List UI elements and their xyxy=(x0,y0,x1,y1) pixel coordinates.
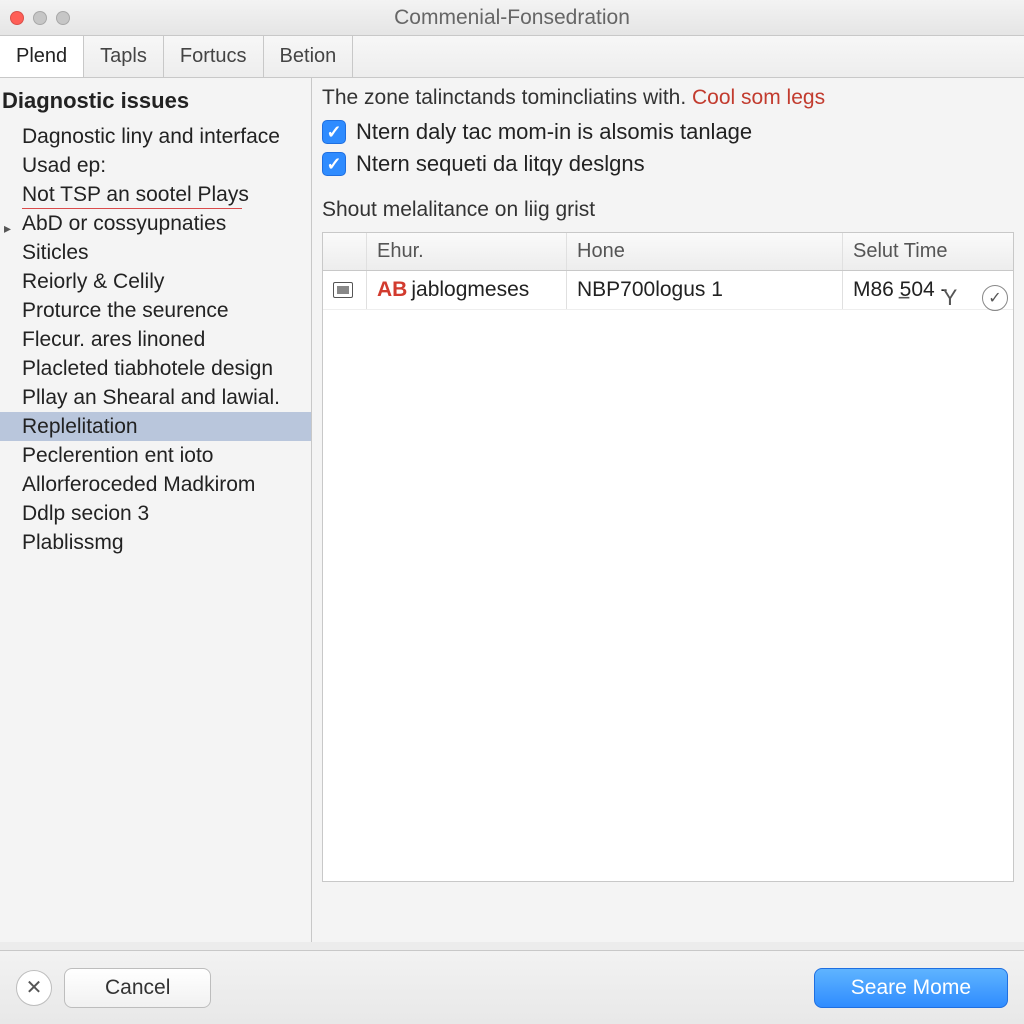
y-button[interactable]: Y xyxy=(936,284,964,312)
tab-fortucs[interactable]: Fortucs xyxy=(164,36,264,77)
close-icon[interactable]: ✕ xyxy=(16,970,52,1006)
table: Ehur. Hone Selut Time ABjablogmesesNBP70… xyxy=(322,232,1014,882)
main-split: Diagnostic issues Dagnostic liny and int… xyxy=(0,78,1024,942)
sidebar-item[interactable]: Usad ep: xyxy=(0,151,311,180)
row-icon-cell xyxy=(323,271,367,309)
sidebar-item-label: AbD or cossyupnaties xyxy=(22,212,226,235)
sidebar-item-label: Placleted tiabhotele design xyxy=(22,357,273,380)
sidebar: Diagnostic issues Dagnostic liny and int… xyxy=(0,78,312,942)
sidebar-item[interactable]: Not TSP an sootel Plays xyxy=(0,180,311,209)
sidebar-item[interactable]: Allorferoceded Madkirom xyxy=(0,470,311,499)
checkbox-row: ✓ Ntern sequeti da litqy deslgns xyxy=(322,148,1014,180)
sidebar-item[interactable]: Peclerention ent ioto xyxy=(0,441,311,470)
ab-badge: AB xyxy=(377,278,411,301)
minus-button[interactable]: − xyxy=(890,284,918,312)
window-title: Commenial-Fonsedration xyxy=(0,6,1024,30)
disclosure-icon[interactable]: ▸ xyxy=(4,215,11,238)
refresh-icon[interactable]: ✓ xyxy=(982,285,1008,311)
tab-bar: Plend Tapls Fortucs Betion xyxy=(0,36,1024,78)
sidebar-item[interactable]: Siticles xyxy=(0,238,311,267)
sidebar-item[interactable]: Pllay an Shearal and lawial. xyxy=(0,383,311,412)
col-selut-time[interactable]: Selut Time xyxy=(843,233,1013,270)
cell-hone: NBP700logus 1 xyxy=(567,271,843,309)
cell-text: jablogmeses xyxy=(411,278,529,301)
sidebar-item-label: Siticles xyxy=(22,241,89,264)
intro-text: The zone talinctands tomincliatins with.… xyxy=(322,86,1014,116)
intro-prefix: The zone talinctands tomincliatins with. xyxy=(322,86,692,109)
sidebar-item[interactable]: Reiorly & Celily xyxy=(0,267,311,296)
sidebar-item-label: Reiorly & Celily xyxy=(22,270,164,293)
col-hone[interactable]: Hone xyxy=(567,233,843,270)
footer: ✕ Cancel Seare Mome xyxy=(0,950,1024,1024)
cancel-button[interactable]: Cancel xyxy=(64,968,211,1008)
checkbox-row: ✓ Ntern daly tac mom-in is alsomis tanlag… xyxy=(322,116,1014,148)
sidebar-item[interactable]: ▸ AbD or cossyupnaties xyxy=(0,209,311,238)
sidebar-item[interactable]: Dagnostic liny and interface xyxy=(0,122,311,151)
col-ehur[interactable]: Ehur. xyxy=(367,233,567,270)
table-toolbar: − Y ✓ xyxy=(890,284,1008,312)
content-pane: The zone talinctands tomincliatins with.… xyxy=(312,78,1024,942)
sidebar-item-label: Proturce the seurence xyxy=(22,299,229,322)
sidebar-item-label: Pllay an Shearal and lawial. xyxy=(22,386,280,409)
device-icon xyxy=(333,282,353,298)
sidebar-item[interactable]: Proturce the seurence xyxy=(0,296,311,325)
checkbox-label: Ntern sequeti da litqy deslgns xyxy=(356,151,645,177)
table-header: Ehur. Hone Selut Time xyxy=(323,233,1013,271)
tab-plend[interactable]: Plend xyxy=(0,36,84,77)
cell-ehur: ABjablogmeses xyxy=(367,271,567,309)
sidebar-item-label: Peclerention ent ioto xyxy=(22,444,213,467)
section-label: Shout melalitance on liig grist xyxy=(322,180,1014,222)
sidebar-item[interactable]: Replelitation xyxy=(0,412,311,441)
sidebar-item[interactable]: Placleted tiabhotele design xyxy=(0,354,311,383)
sidebar-item[interactable]: Plablissmg xyxy=(0,528,311,557)
sidebar-item-label: Usad ep: xyxy=(22,154,106,177)
primary-button[interactable]: Seare Mome xyxy=(814,968,1008,1008)
checkbox-label: Ntern daly tac mom-in is alsomis tanlage xyxy=(356,119,752,145)
sidebar-item-label: Replelitation xyxy=(22,415,138,438)
col-icon xyxy=(323,233,367,270)
checkbox[interactable]: ✓ xyxy=(322,120,346,144)
sidebar-header: Diagnostic issues xyxy=(0,84,311,122)
sidebar-item-label: Ddlp secion 3 xyxy=(22,502,149,525)
sidebar-item-label: Dagnostic liny and interface xyxy=(22,125,280,148)
checkbox[interactable]: ✓ xyxy=(322,152,346,176)
titlebar: Commenial-Fonsedration xyxy=(0,0,1024,36)
sidebar-item-label: Not TSP an sootel Plays xyxy=(22,183,249,206)
sidebar-item-label: Allorferoceded Madkirom xyxy=(22,473,255,496)
sidebar-item-label: Flecur. ares linoned xyxy=(22,328,205,351)
sidebar-item[interactable]: Flecur. ares linoned xyxy=(0,325,311,354)
tab-tapls[interactable]: Tapls xyxy=(84,36,164,77)
tab-betion[interactable]: Betion xyxy=(264,36,354,77)
sidebar-item[interactable]: Ddlp secion 3 xyxy=(0,499,311,528)
intro-link[interactable]: Cool som legs xyxy=(692,86,825,109)
sidebar-item-label: Plablissmg xyxy=(22,531,124,554)
